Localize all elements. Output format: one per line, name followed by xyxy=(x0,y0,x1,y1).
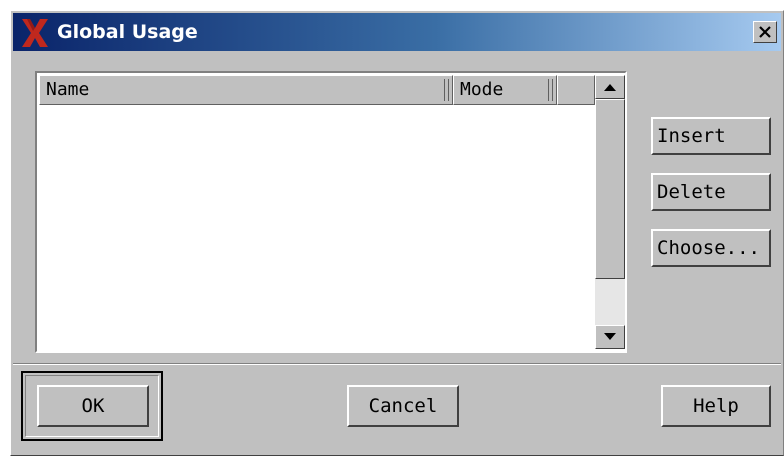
close-button[interactable] xyxy=(753,21,777,43)
delete-button[interactable]: Delete xyxy=(651,173,771,211)
column-resize-handle[interactable] xyxy=(548,79,553,101)
x-app-icon xyxy=(22,19,48,47)
help-button[interactable]: Help xyxy=(661,385,771,427)
column-header-name-label: Name xyxy=(46,79,90,100)
list-header: Name Mode xyxy=(39,75,595,105)
column-header-mode-label: Mode xyxy=(460,79,504,100)
scroll-up-button[interactable] xyxy=(595,75,625,99)
scroll-down-button[interactable] xyxy=(595,325,625,349)
ok-button[interactable]: OK xyxy=(37,385,149,427)
column-header-extra[interactable] xyxy=(557,75,595,105)
insert-button[interactable]: Insert xyxy=(651,117,771,155)
column-header-mode[interactable]: Mode xyxy=(453,75,557,105)
title-bar[interactable]: Global Usage xyxy=(13,13,781,51)
close-icon xyxy=(759,26,771,38)
window-title: Global Usage xyxy=(57,21,198,43)
vertical-scrollbar[interactable] xyxy=(595,75,625,349)
global-usage-list[interactable]: Name Mode xyxy=(35,71,627,353)
column-resize-handle[interactable] xyxy=(444,79,449,101)
list-body[interactable] xyxy=(39,105,595,349)
cancel-button[interactable]: Cancel xyxy=(347,385,459,427)
global-usage-dialog: Global Usage Name Mode Insert Delete Cho… xyxy=(10,10,784,456)
arrow-up-icon xyxy=(604,84,616,91)
column-header-name[interactable]: Name xyxy=(39,75,453,105)
arrow-down-icon xyxy=(604,333,616,340)
choose-button[interactable]: Choose... xyxy=(651,229,771,267)
separator xyxy=(13,363,781,365)
scroll-thumb[interactable] xyxy=(595,99,625,279)
